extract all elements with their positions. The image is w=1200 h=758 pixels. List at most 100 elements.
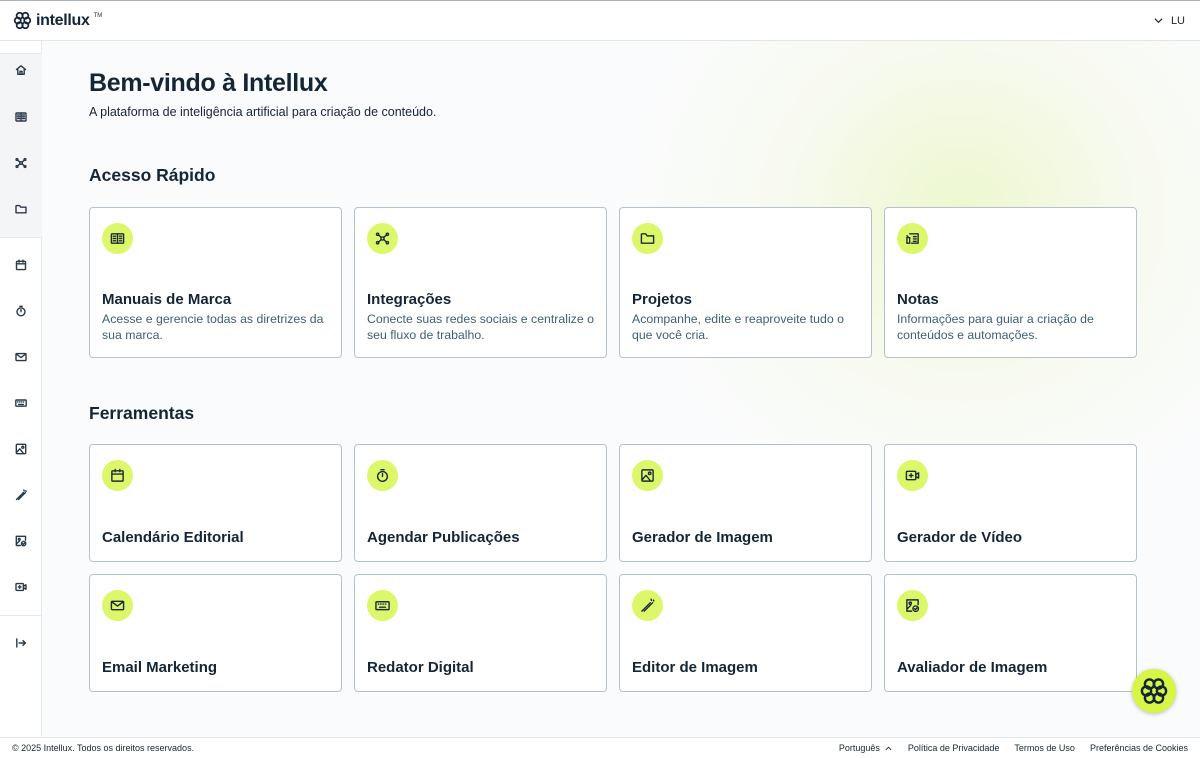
logout-icon	[16, 638, 27, 648]
copyright-text: © 2025 Intellux. Todos os direitos reser…	[12, 743, 195, 753]
intellux-logo-icon	[13, 11, 32, 30]
sidebar-item-editorial-calendar[interactable]	[0, 253, 42, 277]
video-icon	[905, 470, 920, 481]
card-title: Redator Digital	[367, 659, 474, 676]
card-icon-circle	[367, 223, 398, 254]
user-menu[interactable]: LU	[1154, 15, 1185, 27]
timer-icon	[376, 468, 389, 483]
card-description: Acompanhe, edite e reaproveite tudo o qu…	[632, 312, 844, 342]
timer-icon	[16, 305, 26, 317]
wand-icon	[641, 598, 655, 612]
quick-access-card-projects[interactable]: Projetos Acompanhe, edite e reaproveite …	[619, 207, 872, 358]
card-description: Conecte suas redes sociais e centralize …	[367, 312, 594, 342]
mail-icon	[110, 600, 125, 611]
card-icon-circle	[897, 223, 928, 254]
notes-icon	[906, 233, 919, 244]
brand-name: intellux	[36, 11, 90, 29]
quick-access-card-brand-manuals[interactable]: Manuais de Marca Acesse e gerencie todas…	[89, 207, 342, 358]
network-icon	[15, 157, 27, 169]
sidebar-item-logout[interactable]	[0, 631, 42, 655]
card-icon-circle	[102, 590, 133, 621]
tool-card-image-evaluator[interactable]: Avaliador de Imagem	[884, 574, 1137, 692]
card-title: Manuais de Marca	[102, 291, 232, 308]
card-icon-circle	[897, 460, 928, 491]
sidebar-divider	[0, 237, 42, 238]
tool-card-video-generator[interactable]: Gerador de Vídeo	[884, 444, 1137, 562]
tool-card-editorial-calendar[interactable]: Calendário Editorial	[89, 444, 342, 562]
tools-heading: Ferramentas	[89, 403, 195, 423]
sidebar-item-image-editor[interactable]	[0, 483, 42, 507]
sidebar-item-email-marketing[interactable]	[0, 345, 42, 369]
card-title: Gerador de Imagem	[632, 529, 773, 546]
keyboard-icon	[375, 601, 390, 611]
tool-card-schedule-posts[interactable]: Agendar Publicações	[354, 444, 607, 562]
card-icon-circle	[102, 460, 133, 491]
card-title: Projetos	[632, 291, 693, 308]
brand-trademark: TM	[93, 12, 103, 19]
sidebar-item-integrations[interactable]	[0, 151, 42, 175]
wand-icon	[15, 489, 27, 501]
main-content: Bem-vindo à Intellux A plataforma de int…	[42, 41, 1200, 737]
sidebar-item-digital-writer[interactable]	[0, 391, 42, 415]
page-title: Bem-vindo à Intellux	[89, 69, 328, 97]
sidebar-item-schedule-posts[interactable]	[0, 299, 42, 323]
book-icon	[110, 233, 125, 244]
folder-icon	[640, 233, 655, 244]
image-icon	[15, 443, 27, 455]
sidebar	[0, 41, 42, 737]
book-icon	[15, 112, 27, 122]
sidebar-item-image-evaluator[interactable]	[0, 529, 42, 553]
language-selector[interactable]: Português	[839, 743, 892, 753]
folder-icon	[15, 204, 27, 214]
image-check-icon	[906, 599, 920, 613]
brand-logo[interactable]: intellux TM	[13, 11, 102, 30]
chevron-down-icon	[1154, 18, 1163, 24]
card-icon-circle	[102, 223, 133, 254]
tool-card-image-generator[interactable]: Gerador de Imagem	[619, 444, 872, 562]
video-icon	[15, 582, 27, 592]
card-title: Integrações	[367, 291, 452, 308]
card-icon-circle	[632, 590, 663, 621]
card-title: Calendário Editorial	[102, 529, 244, 546]
calendar-icon	[111, 468, 124, 482]
assistant-fab-button[interactable]	[1132, 669, 1176, 713]
sidebar-item-image-generator[interactable]	[0, 437, 42, 461]
sidebar-item-brand-manuals[interactable]	[0, 105, 42, 129]
image-icon	[641, 469, 654, 482]
card-title: Gerador de Vídeo	[897, 529, 1023, 546]
card-title: Agendar Publicações	[367, 529, 520, 546]
card-icon-circle	[367, 590, 398, 621]
card-title: Notas	[897, 291, 939, 308]
card-icon-circle	[632, 223, 663, 254]
home-icon	[15, 65, 27, 75]
tool-card-email-marketing[interactable]: Email Marketing	[89, 574, 342, 692]
tool-card-image-editor[interactable]: Editor de Imagem	[619, 574, 872, 692]
footer: © 2025 Intellux. Todos os direitos reser…	[0, 737, 1200, 758]
sidebar-item-video-generator[interactable]	[0, 575, 42, 599]
privacy-policy-link[interactable]: Política de Privacidade	[908, 743, 1000, 753]
image-check-icon	[15, 535, 27, 547]
mail-icon	[15, 352, 27, 362]
cookie-preferences-link[interactable]: Preferências de Cookies	[1090, 743, 1188, 753]
language-label: Português	[838, 743, 880, 753]
card-icon-circle	[897, 590, 928, 621]
sidebar-item-projects[interactable]	[0, 197, 42, 221]
terms-of-use-link[interactable]: Termos de Uso	[1014, 743, 1075, 753]
card-icon-circle	[632, 460, 663, 491]
intellux-logo-icon	[1140, 678, 1168, 704]
quick-access-heading: Acesso Rápido	[89, 165, 216, 185]
quick-access-card-integrations[interactable]: Integrações Conecte suas redes sociais e…	[354, 207, 607, 358]
footer-links: Português Política de Privacidade Termos…	[839, 743, 1188, 753]
sidebar-item-home[interactable]	[0, 58, 42, 82]
network-icon	[375, 232, 390, 245]
sidebar-divider	[0, 615, 42, 616]
top-bar: intellux TM LU	[0, 0, 1200, 41]
card-description: Acesse e gerencie todas as diretrizes da…	[102, 312, 324, 342]
card-description: Informações para guiar a criação de cont…	[897, 312, 1094, 342]
user-initials: LU	[1170, 14, 1185, 27]
chevron-up-icon	[885, 746, 892, 750]
tool-card-digital-writer[interactable]: Redator Digital	[354, 574, 607, 692]
quick-access-card-notes[interactable]: Notas Informações para guiar a criação d…	[884, 207, 1137, 358]
keyboard-icon	[15, 399, 27, 407]
card-title: Editor de Imagem	[632, 659, 758, 676]
